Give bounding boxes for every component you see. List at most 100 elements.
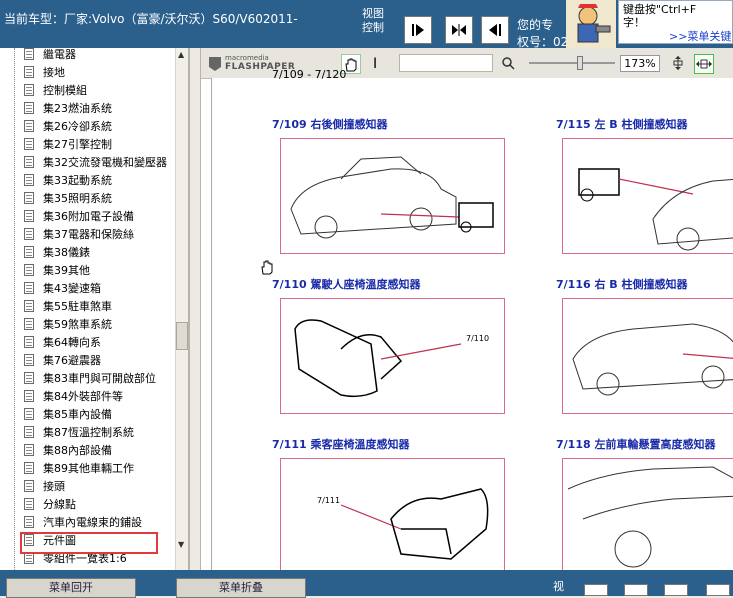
tree-item-label: 集76避震器 [43, 354, 101, 367]
component-tree: 繼電器接地控制模組集23燃油系统集26冷卻系統集27引擎控制集32交流發電機和變… [0, 48, 190, 570]
footer-nav-button[interactable] [706, 584, 730, 596]
tree-item-label: 集89其他車輛工作 [43, 462, 134, 475]
tree-item[interactable]: 集37電器和保險絲 [24, 225, 134, 243]
search-icon[interactable] [501, 56, 515, 70]
figure-title: 7/111 乘客座椅溫度感知器 [272, 438, 410, 451]
document-icon [24, 210, 34, 222]
tree-item[interactable]: 集76避震器 [24, 351, 101, 369]
expand-button[interactable] [445, 16, 473, 44]
document-icon [24, 354, 34, 366]
scroll-down-icon[interactable]: ▼ [178, 540, 184, 549]
tree-item[interactable]: 集83車門與可開啟部位 [24, 369, 156, 387]
zoom-slider-knob[interactable] [577, 56, 583, 70]
tree-item[interactable]: 集35照明系統 [24, 189, 112, 207]
mascot-image [566, 0, 616, 48]
hand-cursor-icon [261, 260, 273, 275]
car-front-drawing [567, 466, 733, 568]
next-page-button[interactable] [404, 16, 432, 44]
tree-item[interactable]: 汽車內電線束的鋪設 [24, 513, 142, 531]
app-header: 当前车型：厂家:Volvo（富豪/沃尔沃）S60/V602011- 视图 控制 … [0, 0, 733, 49]
footer-nav-button[interactable] [584, 584, 608, 596]
tree-item-label: 接地 [43, 66, 65, 79]
scroll-thumb[interactable] [176, 322, 188, 350]
tree-item[interactable]: 集26冷卻系統 [24, 117, 112, 135]
tree-item[interactable]: 接頭 [24, 477, 65, 495]
document-icon [24, 336, 34, 348]
tree-item-label: 集32交流發電機和變壓器 [43, 156, 167, 169]
tree-item[interactable]: 集89其他車輛工作 [24, 459, 134, 477]
seat-drawing: 7/110 [294, 319, 489, 398]
control-label: 控制 [362, 21, 384, 34]
tree-item-label: 集38儀錶 [43, 246, 90, 259]
tree-item-label: 集88內部設備 [43, 444, 112, 457]
arrow-right-icon [412, 24, 424, 36]
tree-item-label: 控制模組 [43, 84, 87, 97]
document-icon [24, 408, 34, 420]
car-sensor-drawing [578, 168, 733, 251]
figure-title: 7/118 左前車輪懸置高度感知器 [556, 438, 716, 451]
document-icon [24, 66, 34, 78]
tree-item[interactable]: 集55駐車煞車 [24, 297, 112, 315]
document-icon [24, 426, 34, 438]
document-icon [24, 156, 34, 168]
tree-item[interactable]: 接地 [24, 63, 65, 81]
tree-item-label: 集35照明系統 [43, 192, 112, 205]
tree-item[interactable]: 集32交流發電機和變壓器 [24, 153, 167, 171]
tree-item[interactable]: 分線點 [24, 495, 76, 513]
tree-item[interactable]: 集84外裝部件等 [24, 387, 123, 405]
tree-item[interactable]: 集87恆溫控制系統 [24, 423, 134, 441]
search-input[interactable] [399, 54, 493, 72]
zoom-slider[interactable] [529, 56, 615, 70]
tree-item[interactable]: 集85車內設備 [24, 405, 112, 423]
prev-page-button[interactable] [481, 16, 509, 44]
footer-nav-button[interactable] [624, 584, 648, 596]
car-model-label: 当前车型：厂家:Volvo（富豪/沃尔沃）S60/V602011- [4, 12, 298, 26]
partial-page-header: 7/109 - 7/120 [272, 68, 347, 81]
hint-text-2: 字！ [623, 16, 645, 29]
tree-item[interactable]: 集43變速箱 [24, 279, 101, 297]
tree-item[interactable]: 集59煞車系統 [24, 315, 112, 333]
tree-item[interactable]: 集36附加電子設備 [24, 207, 134, 225]
footer-nav-button[interactable] [664, 584, 688, 596]
scroll-up-icon[interactable]: ▲ [178, 50, 184, 59]
tree-item-label: 集83車門與可開啟部位 [43, 372, 156, 385]
tree-item-label: 集64轉向系 [43, 336, 101, 349]
fit-width-button[interactable] [694, 54, 714, 74]
tree-item[interactable]: 集27引擎控制 [24, 135, 112, 153]
menu-collapse-button[interactable]: 菜单折叠 [176, 578, 306, 598]
figure-frame [562, 138, 733, 254]
tree-item[interactable]: 集23燃油系统 [24, 99, 112, 117]
tree-item-label: 集23燃油系统 [43, 102, 112, 115]
menu-keyword-link[interactable]: >>菜单关键 [669, 30, 731, 43]
document-icon [24, 138, 34, 150]
tree-item-label: 集43變速箱 [43, 282, 101, 295]
figure-title: 7/115 左 B 柱側撞感知器 [556, 118, 688, 131]
tree-item[interactable]: 集39其他 [24, 261, 90, 279]
document-icon [24, 282, 34, 294]
menu-expand-button[interactable]: 菜单回开 [6, 578, 136, 598]
tree-item[interactable]: 集64轉向系 [24, 333, 101, 351]
tree-item-label: 集37電器和保險絲 [43, 228, 134, 241]
document-icon [24, 462, 34, 474]
document-icon [24, 264, 34, 276]
tree-item-label: 集27引擎控制 [43, 138, 112, 151]
tree-guide-line [14, 48, 15, 570]
tree-item[interactable]: 控制模組 [24, 81, 87, 99]
zoom-level[interactable]: 173% [620, 55, 660, 72]
tree-item[interactable]: 集33起動系統 [24, 171, 112, 189]
sidebar-scrollbar[interactable]: ▲ ▼ [175, 48, 188, 570]
document-page: 7/109 - 7/120 7/109 右後側撞感知器 7/115 左 B 柱側… [211, 68, 733, 570]
tree-item[interactable]: 集88內部設備 [24, 441, 112, 459]
text-cursor-icon[interactable]: I [373, 56, 377, 72]
tree-item[interactable]: 繼電器 [24, 48, 76, 63]
document-icon [24, 192, 34, 204]
tree-item-label: 接頭 [43, 480, 65, 493]
figure-frame [562, 458, 733, 570]
tree-item-label: 集84外裝部件等 [43, 390, 123, 403]
tree-item[interactable]: 集38儀錶 [24, 243, 90, 261]
figure-callout: 7/111 [317, 496, 340, 505]
document-icon [24, 444, 34, 456]
fit-height-icon[interactable] [670, 55, 686, 71]
tree-item-label: 集87恆溫控制系統 [43, 426, 134, 439]
brand-line-1: macromedia [225, 54, 269, 62]
